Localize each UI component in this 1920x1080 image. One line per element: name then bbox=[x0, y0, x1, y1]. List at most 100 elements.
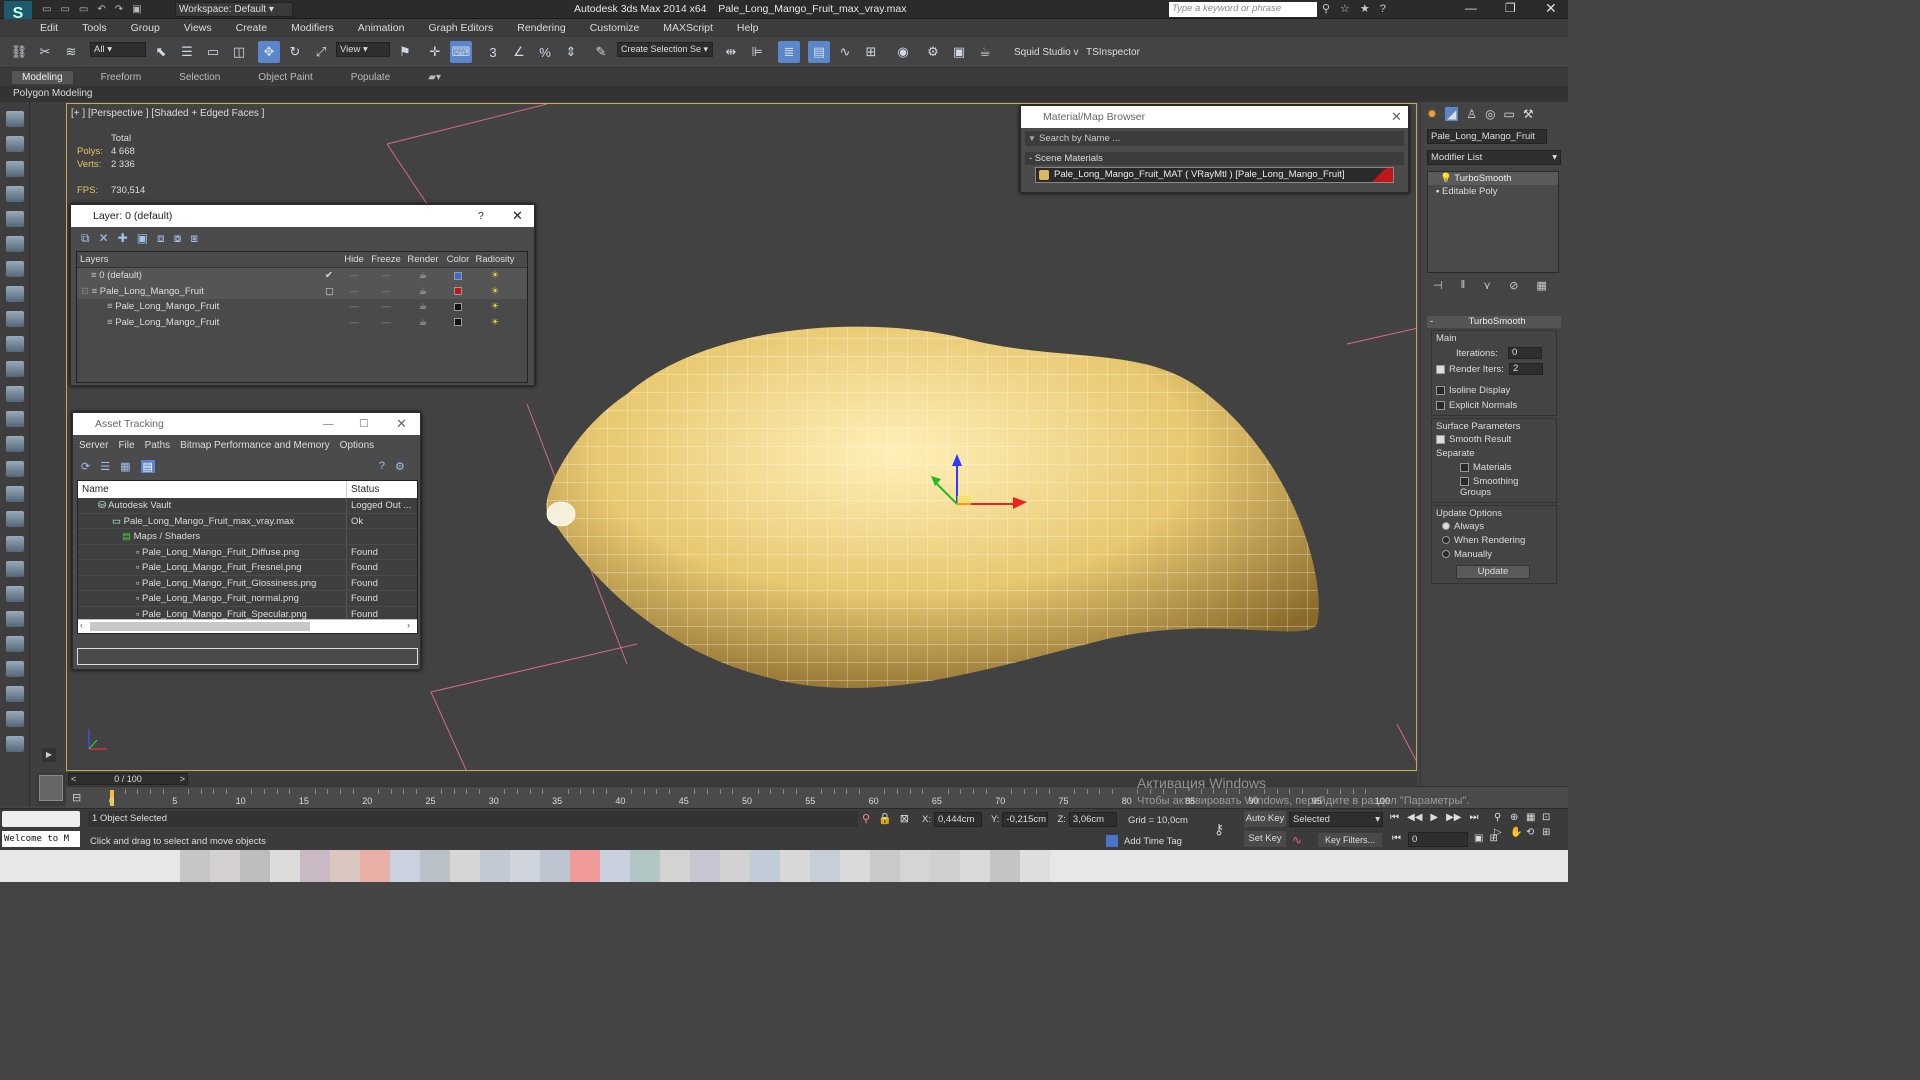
menu-tools[interactable]: Tools bbox=[82, 22, 107, 34]
radiosity-sun-icon[interactable]: ☀ bbox=[474, 270, 516, 281]
taskbar-app-icon[interactable] bbox=[990, 850, 1020, 882]
add-to-layer-icon[interactable]: ✚ bbox=[118, 231, 128, 245]
set-key-button[interactable]: Set Key bbox=[1244, 831, 1286, 847]
selection-filter-dropdown[interactable]: All ▾ bbox=[90, 42, 146, 57]
help-icon[interactable]: ? bbox=[379, 460, 385, 472]
motion-tab-icon[interactable]: ◎ bbox=[1485, 107, 1495, 121]
help-icon[interactable]: ? bbox=[478, 205, 484, 227]
help-search-input[interactable]: Type a keyword or phrase bbox=[1169, 2, 1317, 17]
tool-icon[interactable] bbox=[5, 536, 24, 552]
hide-toggle-icon[interactable]: — bbox=[340, 270, 368, 281]
absolute-mode-icon[interactable]: ⊠ bbox=[900, 812, 909, 825]
close-icon[interactable]: ✕ bbox=[396, 413, 407, 435]
selected-dropdown[interactable]: Selected ▾ bbox=[1289, 812, 1383, 827]
taskbar-app-icon[interactable] bbox=[600, 850, 630, 882]
display-tab-icon[interactable]: ▭ bbox=[1504, 107, 1515, 121]
expand-arrow-icon[interactable]: ▶ bbox=[42, 748, 56, 762]
key-filters-button[interactable]: Key Filters... bbox=[1318, 833, 1382, 847]
freeze-toggle-icon[interactable]: — bbox=[368, 270, 404, 281]
tool-icon[interactable] bbox=[5, 361, 24, 377]
taskbar-app-icon[interactable] bbox=[330, 850, 360, 882]
quick-access-icons[interactable]: ▭▭▭↶↷▣ bbox=[42, 4, 151, 15]
scroll-left-icon[interactable]: ‹ bbox=[80, 620, 83, 630]
maximize-icon[interactable]: ☐ bbox=[359, 413, 368, 435]
table-view-icon[interactable]: ▦ bbox=[120, 460, 130, 473]
active-layer-check-icon[interactable]: ✔ bbox=[325, 270, 333, 281]
hide-toggle-icon[interactable]: — bbox=[340, 286, 368, 297]
asset-menu-paths[interactable]: Paths bbox=[145, 440, 171, 451]
explicit-normals-checkbox[interactable] bbox=[1436, 400, 1445, 410]
render-teapot-icon[interactable]: ☕ bbox=[404, 301, 442, 312]
curve-editor-icon[interactable]: ∿ bbox=[834, 41, 856, 63]
tool-icon[interactable] bbox=[5, 186, 24, 202]
col-radiosity[interactable]: Radiosity bbox=[474, 252, 516, 267]
color-cell[interactable] bbox=[442, 302, 474, 311]
select-in-layer-icon[interactable]: ▣ bbox=[137, 231, 148, 245]
taskbar-app-icon[interactable] bbox=[900, 850, 930, 882]
prev-frame-icon[interactable]: < bbox=[69, 774, 76, 784]
y-field[interactable]: -0,215cm bbox=[1002, 812, 1049, 827]
ref-coord-dropdown[interactable]: View ▾ bbox=[336, 42, 390, 57]
tab-populate[interactable]: Populate bbox=[341, 71, 400, 84]
pan-icon[interactable]: ✋ bbox=[1510, 827, 1526, 838]
ribbon-options-icon[interactable]: ▰▾ bbox=[418, 71, 451, 84]
bind-spacewarp-icon[interactable]: ≋ bbox=[60, 41, 82, 63]
tool-icon[interactable] bbox=[5, 286, 24, 302]
asset-menu-server[interactable]: Server bbox=[79, 440, 108, 451]
render-iters-spinner[interactable]: 2 bbox=[1509, 363, 1543, 375]
tool-icon[interactable] bbox=[5, 136, 24, 152]
window-crossing-icon[interactable]: ◫ bbox=[228, 41, 250, 63]
edit-named-selection-icon[interactable]: ✎ bbox=[590, 41, 612, 63]
hierarchy-tab-icon[interactable]: ♙ bbox=[1466, 107, 1477, 121]
tool-icon[interactable] bbox=[5, 586, 24, 602]
search-options-icon[interactable]: ▼ bbox=[1025, 134, 1039, 143]
taskbar-app-icon[interactable] bbox=[240, 850, 270, 882]
utilities-tab-icon[interactable]: ⚒ bbox=[1523, 107, 1534, 121]
material-item[interactable]: Pale_Long_Mango_Fruit_MAT ( VRayMtl ) [P… bbox=[1035, 167, 1394, 183]
taskbar-app-icon[interactable] bbox=[270, 850, 300, 882]
freeze-toggle-icon[interactable]: — bbox=[368, 317, 404, 328]
named-selection-dropdown[interactable]: Create Selection Se ▾ bbox=[617, 42, 713, 57]
maxscript-listener[interactable] bbox=[2, 811, 80, 827]
taskbar-app-icon[interactable] bbox=[780, 850, 810, 882]
tab-selection[interactable]: Selection bbox=[169, 71, 230, 84]
taskbar-app-icon[interactable] bbox=[840, 850, 870, 882]
zoom-region-icon[interactable]: ⊡ bbox=[1542, 812, 1558, 823]
asset-row[interactable]: ▫ Pale_Long_Mango_Fruit_Diffuse.png Found bbox=[78, 544, 417, 560]
col-status[interactable]: Status bbox=[347, 481, 379, 498]
hide-toggle-icon[interactable]: — bbox=[340, 301, 368, 312]
taskbar-app-icon[interactable] bbox=[810, 850, 840, 882]
tool-icon[interactable] bbox=[5, 486, 24, 502]
stack-item-editable-poly[interactable]: ▪ Editable Poly bbox=[1428, 185, 1558, 198]
taskbar-app-icon[interactable] bbox=[540, 850, 570, 882]
go-end-icon[interactable]: ⏭ bbox=[1469, 812, 1478, 823]
menu-maxscript[interactable]: MAXScript bbox=[663, 22, 713, 34]
taskbar-app-icon[interactable] bbox=[300, 850, 330, 882]
tool-icon[interactable] bbox=[5, 211, 24, 227]
taskbar-app-icon[interactable] bbox=[660, 850, 690, 882]
taskbar-app-icon[interactable] bbox=[690, 850, 720, 882]
menu-modifiers[interactable]: Modifiers bbox=[291, 22, 334, 34]
tool-icon[interactable] bbox=[5, 161, 24, 177]
taskbar-app-icon[interactable] bbox=[180, 850, 210, 882]
make-unique-icon[interactable]: ⋎ bbox=[1483, 279, 1491, 292]
time-config-icon[interactable]: ▣ bbox=[1474, 833, 1483, 844]
menu-help[interactable]: Help bbox=[737, 22, 759, 34]
asset-row[interactable]: ▫ Pale_Long_Mango_Fruit_Fresnel.png Found bbox=[78, 560, 417, 576]
zoom-icon[interactable]: ⚲ bbox=[1494, 812, 1510, 823]
menu-group[interactable]: Group bbox=[131, 22, 160, 34]
modifier-list-dropdown[interactable]: Modifier List ▾ bbox=[1427, 150, 1561, 165]
tsinspector-button[interactable]: TSInspector bbox=[1086, 47, 1140, 58]
delete-layer-icon[interactable]: ✕ bbox=[99, 231, 109, 245]
col-name[interactable]: Name bbox=[78, 481, 347, 498]
taskbar-app-icon[interactable] bbox=[480, 850, 510, 882]
key-mode-icon[interactable]: ⚷ bbox=[1214, 821, 1224, 838]
rotate-icon[interactable]: ↻ bbox=[284, 41, 306, 63]
taskbar-app-icon[interactable] bbox=[510, 850, 540, 882]
show-end-result-icon[interactable]: ‖ bbox=[1461, 279, 1466, 292]
col-hide[interactable]: Hide bbox=[340, 252, 368, 267]
update-button[interactable]: Update bbox=[1456, 565, 1530, 579]
col-render[interactable]: Render bbox=[404, 252, 442, 267]
taskbar-app-icon[interactable] bbox=[390, 850, 420, 882]
taskbar-app-icon[interactable] bbox=[930, 850, 960, 882]
